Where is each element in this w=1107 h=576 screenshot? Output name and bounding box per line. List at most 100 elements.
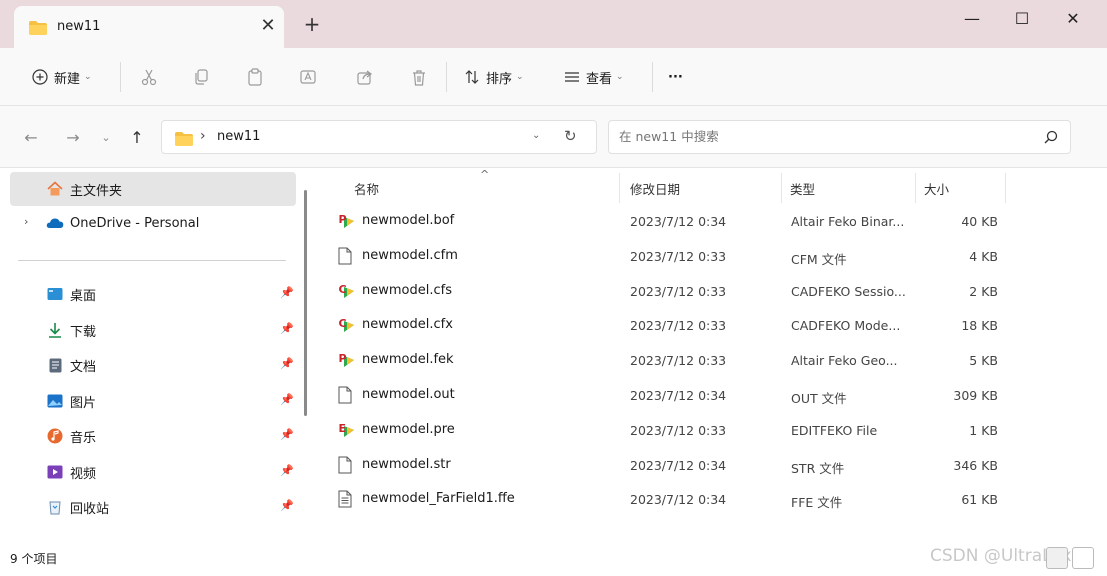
file-modified-date: 2023/7/12 0:33 [630, 422, 727, 438]
column-header-name[interactable]: 名称 [346, 173, 620, 203]
sidebar-item-label: 桌面 [70, 288, 97, 304]
sort-icon [464, 69, 480, 85]
svg-text:E: E [339, 422, 347, 435]
file-row[interactable]: Pnewmodel.bof 2023/7/12 0:34 Altair Feko B… [316, 205, 1107, 239]
details-view-button[interactable] [1046, 547, 1068, 569]
file-type: EDITFEKO File [791, 422, 878, 438]
search-box[interactable] [608, 120, 1071, 154]
sidebar-item-onedrive[interactable]: › OneDrive - Personal [10, 206, 296, 240]
sidebar-scrollbar[interactable] [304, 190, 307, 416]
file-row[interactable]: newmodel.str 2023/7/12 0:34 STR 文件 346 KB [316, 449, 1107, 483]
rename-icon[interactable] [298, 66, 320, 88]
file-name: newmodel.pre [362, 421, 455, 437]
tab-new11[interactable]: new11 ✕ [14, 6, 284, 48]
desktop-icon [46, 285, 64, 303]
more-options-button[interactable]: ··· [668, 66, 683, 88]
file-modified-date: 2023/7/12 0:33 [630, 248, 727, 264]
delete-icon[interactable] [408, 66, 430, 88]
column-header-size[interactable]: 大小 [916, 173, 1006, 203]
search-input[interactable] [619, 129, 1019, 144]
minimize-button[interactable]: — [952, 8, 992, 30]
view-button[interactable]: 查看 ⌄ [564, 66, 624, 88]
search-icon[interactable] [1044, 130, 1058, 148]
blank-file-icon [338, 386, 356, 406]
sort-label: 排序 [486, 71, 513, 87]
maximize-button[interactable]: ☐ [1002, 8, 1042, 30]
svg-text:P: P [339, 352, 347, 365]
file-row[interactable]: newmodel_FarField1.ffe 2023/7/12 0:34 FFE … [316, 483, 1107, 517]
new-label: 新建 [54, 71, 81, 87]
sidebar-item-music[interactable]: 音乐 📌 [10, 419, 296, 453]
folder-icon [174, 131, 194, 151]
sidebar-item-recycle-bin[interactable]: 回收站 📌 [10, 490, 296, 524]
sidebar-item-pictures[interactable]: 图片 📌 [10, 384, 296, 418]
divider [120, 62, 121, 92]
forward-arrow-icon[interactable]: → [62, 127, 84, 149]
pin-icon[interactable]: 📌 [280, 464, 294, 477]
recent-chevron-icon[interactable]: ⌄ [95, 127, 117, 149]
file-row[interactable]: Cnewmodel.cfs 2023/7/12 0:33 CADFEKO Sessi… [316, 275, 1107, 309]
pin-icon[interactable]: 📌 [280, 428, 294, 441]
divider [446, 62, 447, 92]
file-name: newmodel.cfs [362, 282, 452, 298]
feko-postfeko-icon: P [338, 212, 356, 232]
pin-icon[interactable]: 📌 [280, 286, 294, 299]
pin-icon[interactable]: 📌 [280, 393, 294, 406]
new-tab-button[interactable]: + [300, 14, 324, 34]
new-button[interactable]: 新建 ⌄ [32, 66, 92, 88]
breadcrumb-new11[interactable]: new11 [217, 129, 260, 144]
svg-text:C: C [339, 283, 347, 296]
file-modified-date: 2023/7/12 0:33 [630, 353, 727, 369]
blank-file-icon [338, 247, 356, 267]
column-header-type[interactable]: 类型 [782, 173, 916, 203]
back-arrow-icon[interactable]: ← [20, 127, 42, 149]
pin-icon[interactable]: 📌 [280, 357, 294, 370]
sidebar-item-home[interactable]: 主文件夹 [10, 172, 296, 206]
file-type: STR 文件 [791, 460, 845, 476]
sort-button[interactable]: 排序 ⌄ [464, 66, 524, 88]
paste-icon[interactable] [244, 66, 266, 88]
copy-icon[interactable] [190, 66, 212, 88]
column-header-modified[interactable]: 修改日期 [622, 173, 782, 203]
file-row[interactable]: Cnewmodel.cfx 2023/7/12 0:33 CADFEKO Mode.… [316, 309, 1107, 343]
home-icon [46, 180, 64, 198]
up-arrow-icon[interactable]: ↑ [126, 127, 148, 149]
file-type: CFM 文件 [791, 251, 847, 267]
music-icon [46, 427, 64, 445]
sidebar-item-videos[interactable]: 视频 📌 [10, 455, 296, 489]
address-dropdown-icon[interactable]: ⌄ [532, 130, 540, 141]
folder-icon [28, 20, 48, 40]
file-size: 18 KB [961, 318, 998, 334]
recycle-bin-icon [46, 498, 64, 516]
pin-icon[interactable]: 📌 [280, 499, 294, 512]
expand-chevron-icon[interactable]: › [24, 215, 28, 228]
close-window-button[interactable]: ✕ [1053, 8, 1093, 30]
pin-icon[interactable]: 📌 [280, 322, 294, 335]
title-bar: new11 ✕ + — ☐ ✕ [0, 0, 1107, 48]
breadcrumb-chevron-icon: › [200, 128, 206, 144]
feko-postfeko-icon: P [338, 351, 356, 371]
address-bar[interactable]: › new11 ⌄ ↻ [161, 120, 597, 154]
sidebar-item-downloads[interactable]: 下载 📌 [10, 313, 296, 347]
file-type: CADFEKO Sessio... [791, 283, 906, 299]
item-count: 9 个项目 [10, 552, 58, 566]
sidebar-item-documents[interactable]: 文档 📌 [10, 348, 296, 382]
text-file-icon [338, 490, 356, 510]
file-name: newmodel.bof [362, 213, 455, 228]
file-row[interactable]: newmodel.out 2023/7/12 0:34 OUT 文件 309 KB [316, 379, 1107, 413]
file-row[interactable]: Enewmodel.pre 2023/7/12 0:33 EDITFEKO File… [316, 414, 1107, 448]
refresh-icon[interactable]: ↻ [564, 127, 577, 145]
file-modified-date: 2023/7/12 0:34 [630, 388, 727, 403]
file-name: newmodel.cfm [362, 247, 458, 263]
navigation-pane: 主文件夹 › OneDrive - Personal 桌面 📌 下载 📌 文档 … [0, 168, 316, 542]
sidebar-item-desktop[interactable]: 桌面 📌 [10, 277, 296, 311]
thumbnail-view-button[interactable] [1072, 547, 1094, 569]
file-row[interactable]: Pnewmodel.fek 2023/7/12 0:33 Altair Feko G… [316, 344, 1107, 378]
sidebar-item-label: 下载 [70, 324, 97, 340]
sidebar-divider [18, 260, 286, 261]
tab-close-button[interactable]: ✕ [257, 15, 279, 37]
share-icon[interactable] [354, 66, 376, 88]
sidebar-item-label: 图片 [70, 395, 97, 411]
cut-icon[interactable] [138, 66, 160, 88]
file-row[interactable]: newmodel.cfm 2023/7/12 0:33 CFM 文件 4 KB [316, 240, 1107, 274]
